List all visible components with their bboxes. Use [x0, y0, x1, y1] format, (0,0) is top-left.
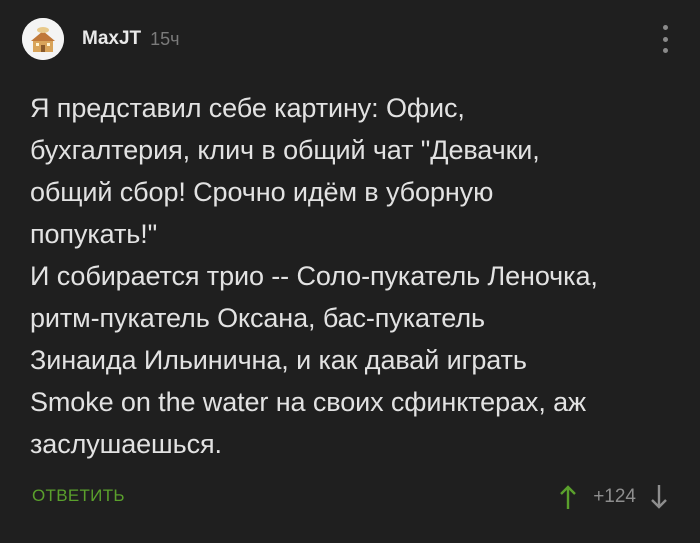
rating-controls: +124: [557, 480, 670, 514]
rating-score: +124: [593, 486, 636, 507]
arrow-down-icon: [651, 485, 667, 509]
reply-button[interactable]: ОТВЕТИТЬ: [32, 486, 125, 506]
avatar[interactable]: [22, 18, 64, 60]
menu-dot: [662, 48, 668, 53]
upvote-button[interactable]: [557, 482, 579, 512]
more-vertical-icon[interactable]: [660, 25, 670, 53]
comment-body: Я представил себе картину: Офис, бухгалт…: [30, 93, 598, 459]
comment-time: 15ч: [150, 28, 180, 49]
avatar-image-icon: [22, 18, 64, 60]
menu-dot: [662, 25, 668, 30]
arrow-up-icon: [560, 485, 577, 509]
comment-header: MaxJT 15ч: [22, 17, 180, 61]
downvote-button[interactable]: [648, 482, 670, 512]
author-name[interactable]: MaxJT: [82, 28, 141, 50]
menu-dot: [662, 36, 668, 42]
